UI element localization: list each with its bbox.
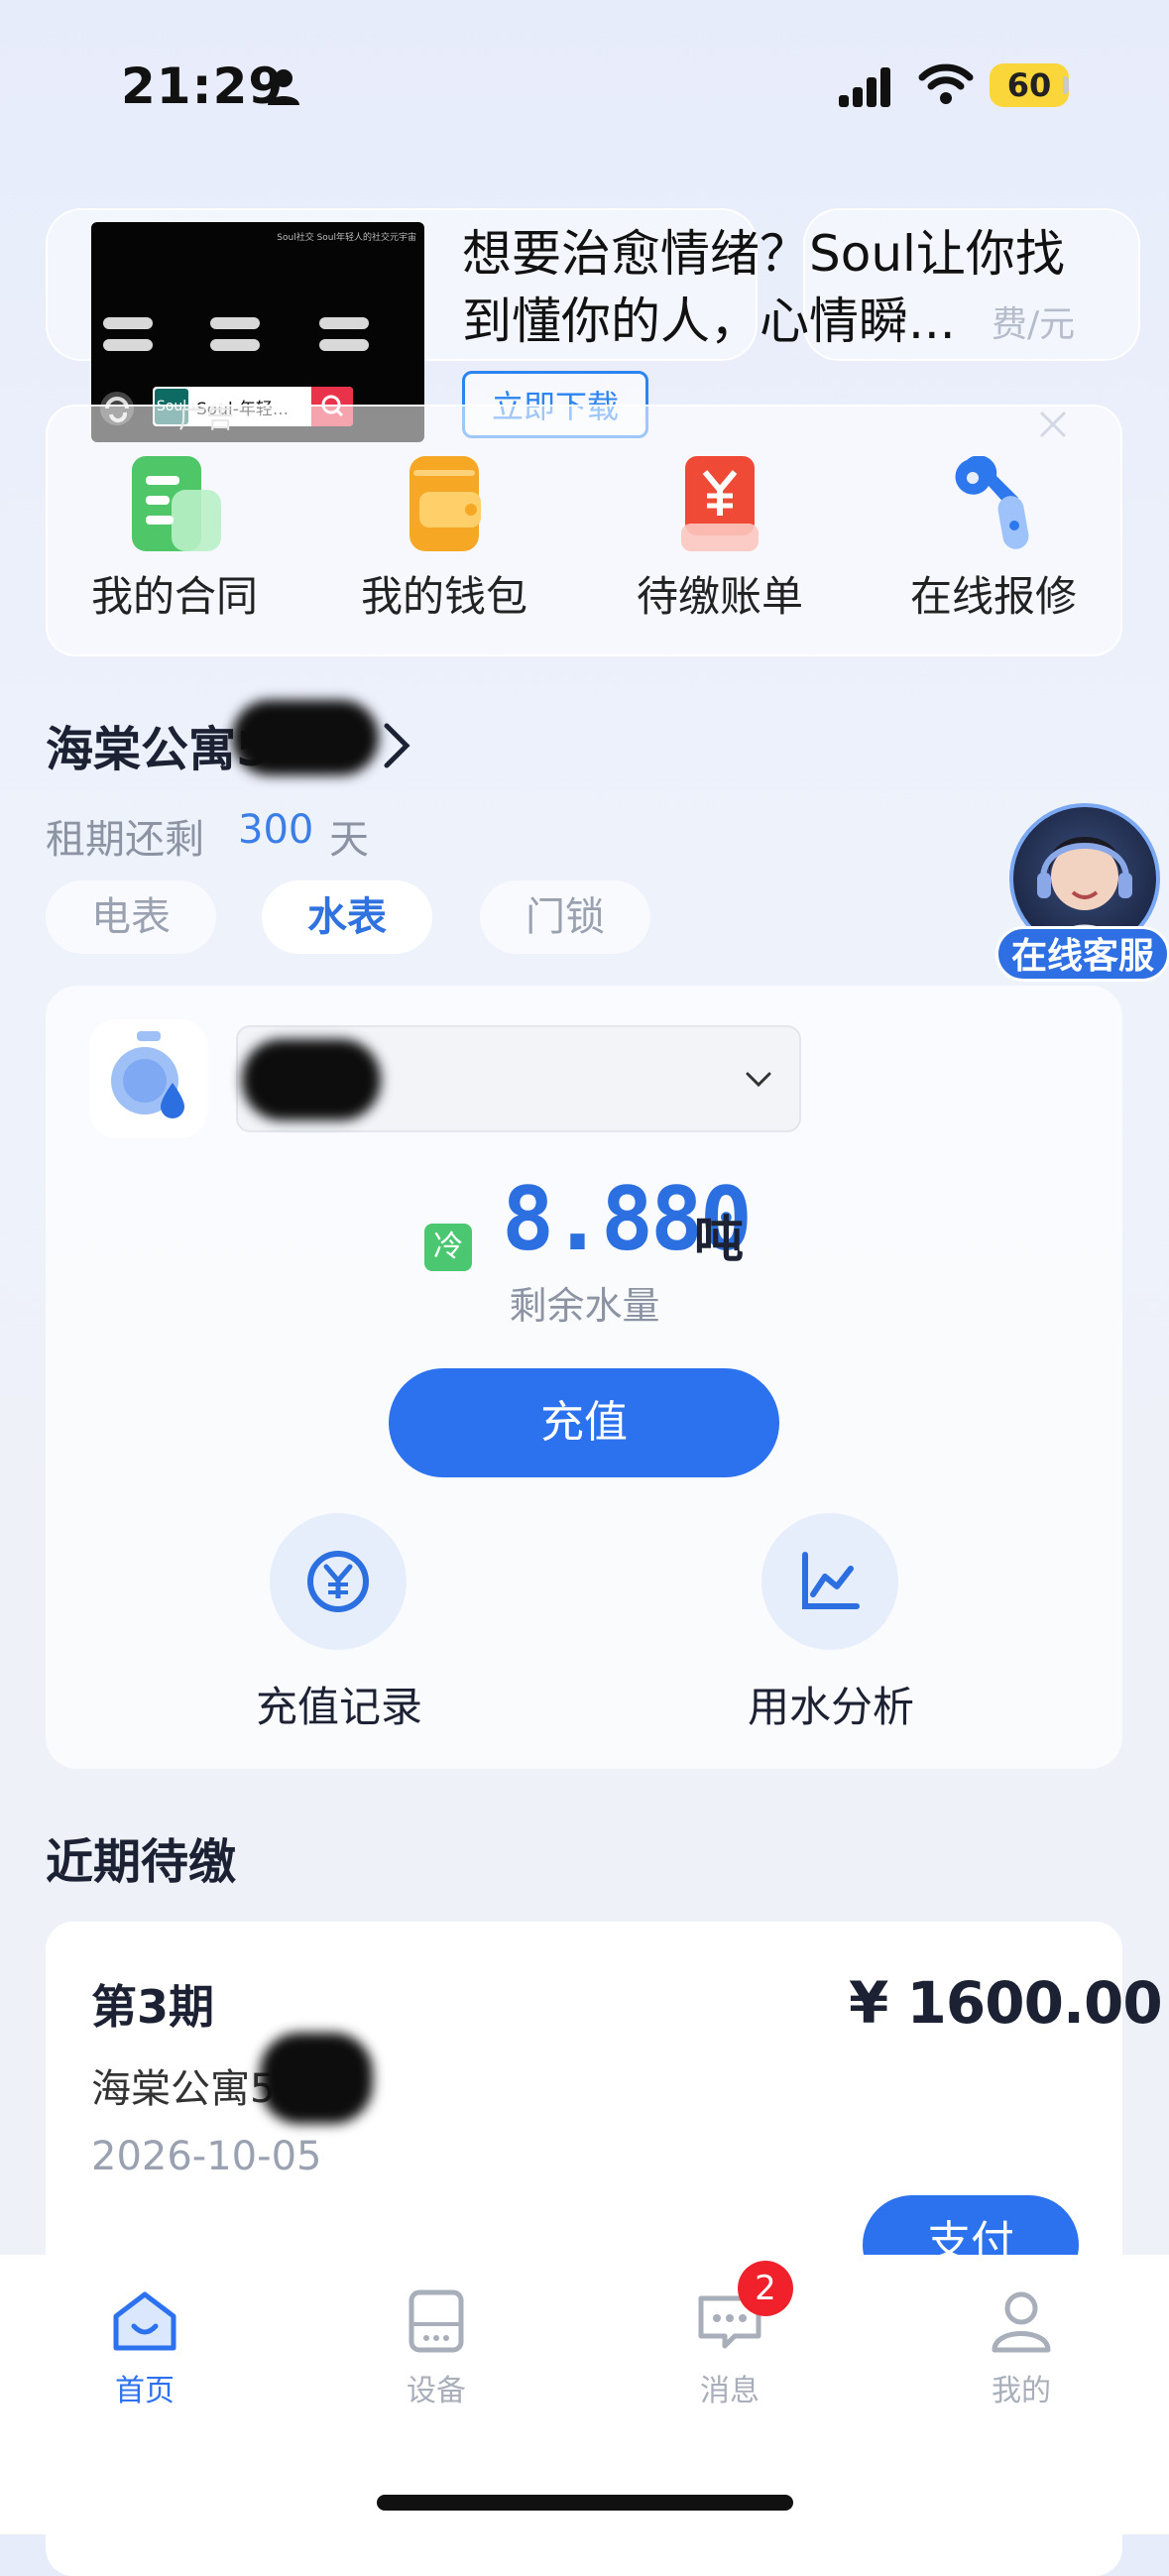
chevron-down-icon [746,1072,771,1088]
quick-menu-repair[interactable] [865,455,1122,559]
cold-water-badge: 冷 [424,1224,472,1271]
tab-water-meter[interactable]: 水表 [262,880,432,954]
lease-days: 300 [238,807,314,853]
quick-menu-wallet-label: 我的钱包 [360,572,527,621]
water-meter-icon [89,1019,208,1138]
bill-date: 2026-10-05 [91,2134,322,2179]
tab-device[interactable]: 设备 [337,2288,535,2409]
tab-messages[interactable]: 消息 [631,2288,829,2409]
bill-icon [681,456,759,551]
tab-profile[interactable]: 我的 [922,2288,1120,2409]
water-analysis-button[interactable] [761,1513,898,1650]
device-icon [409,2289,464,2353]
redacted-blob [260,2033,373,2124]
ad-video-element [210,317,260,329]
pending-bills-title: 近期待缴 [46,1834,237,1890]
ad-video-element [103,317,153,329]
tab-profile-label: 我的 [992,2374,1051,2408]
battery-tip [1063,76,1069,94]
lease-unit: 天 [329,817,369,863]
tab-home-label: 首页 [115,2374,175,2408]
line-chart-icon [802,1552,860,1609]
tab-messages-label: 消息 [700,2374,760,2408]
person-icon [268,69,299,105]
ad-video-element [210,339,260,351]
cellular-signal-icon [839,67,890,107]
message-count-badge: 2 [738,2261,793,2316]
battery-indicator: 60 [990,63,1069,107]
quick-menu-contract[interactable] [46,456,303,559]
remaining-water-caption: 剩余水量 [509,1284,660,1328]
chevron-right-icon[interactable] [379,720,414,771]
bill-period: 第3期 [91,1980,215,2034]
customer-service-button[interactable]: 在线客服 [995,926,1169,982]
wallet-icon [409,456,481,551]
yen-icon [307,1551,369,1612]
redacted-blob [232,700,379,775]
ad-video-watermark: Soul社交 Soul年轻人的社交元宇宙 [277,233,416,243]
quick-menu-bill-label: 待缴账单 [636,572,803,621]
quick-menu-repair-label: 在线报修 [909,572,1077,621]
quick-menu-wallet[interactable] [315,456,573,559]
home-indicator[interactable] [377,2495,793,2511]
ad-video-element [103,339,153,351]
tab-device-label: 设备 [407,2374,466,2408]
redacted-blob [242,1039,381,1120]
quick-menu-bill[interactable] [591,456,849,559]
status-time: 21:29 [121,58,285,115]
recharge-button[interactable]: 充值 [389,1368,779,1477]
bill-amount: ¥ 1600.00 [849,1969,1163,2037]
ad-video-element [319,317,369,329]
ad-close-icon[interactable] [1035,407,1071,442]
tab-home[interactable]: 首页 [46,2288,244,2409]
ad-video-element [319,339,369,351]
remaining-water-unit: 吨 [694,1211,744,1268]
recharge-record-label: 充值记录 [255,1683,422,1731]
contract-icon [132,456,221,551]
wifi-icon [918,63,974,104]
lease-label: 租期还剩 [46,817,204,863]
recharge-record-button[interactable] [270,1513,407,1650]
tab-electric-meter[interactable]: 电表 [46,880,216,954]
home-icon [113,2291,176,2351]
repair-icon [955,455,1029,549]
bill-property-name: 海棠公寓5 [91,2066,276,2112]
water-analysis-label: 用水分析 [747,1683,914,1731]
tab-door-lock[interactable]: 门锁 [480,880,650,954]
quick-menu-contract-label: 我的合同 [90,572,258,621]
profile-icon [992,2291,1051,2353]
meter-select-dropdown[interactable]: 5 [236,1025,801,1132]
ad-headline[interactable]: 想要治愈情绪？Soul让你找到懂你的人，心情瞬... [462,220,1077,355]
